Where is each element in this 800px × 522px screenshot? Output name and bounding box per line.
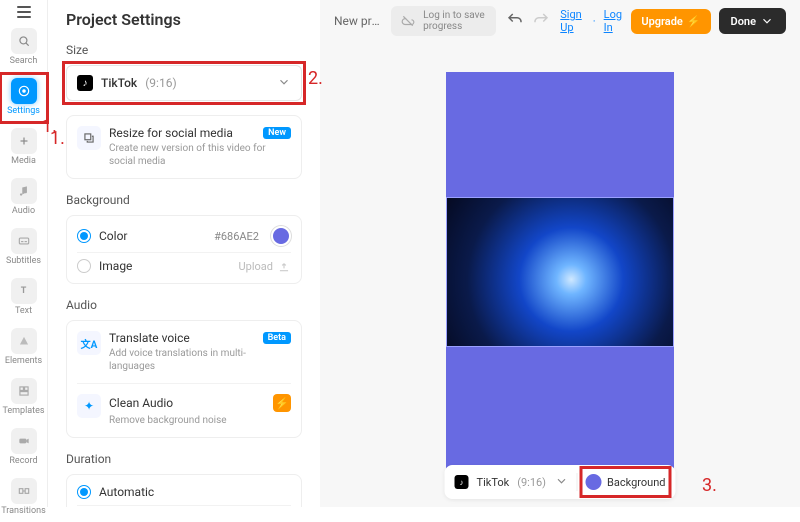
clean-title: Clean Audio — [109, 396, 173, 410]
color-swatch[interactable] — [271, 226, 291, 246]
bottom-platform: TikTok — [477, 476, 510, 489]
text-icon: T — [11, 278, 37, 304]
plus-icon — [11, 128, 37, 154]
video-stage[interactable] — [446, 72, 674, 477]
tiktok-icon: ♪ — [77, 75, 93, 91]
upload-button[interactable]: Upload — [239, 259, 291, 273]
project-name[interactable]: New proj… — [334, 14, 381, 28]
audio-section-label: Audio — [66, 298, 302, 312]
signup-link[interactable]: Sign Up — [560, 8, 585, 34]
camera-icon — [11, 428, 37, 454]
cloud-off-icon — [401, 13, 415, 29]
duration-auto-label: Automatic — [99, 485, 154, 499]
bg-image-label: Image — [99, 259, 132, 273]
sidebar-item-label: Search — [10, 56, 38, 66]
clean-audio-option[interactable]: ✦ Clean Audio ⚡ Remove background noise — [77, 383, 291, 427]
size-dropdown[interactable]: ♪ TikTok (9:16) — [66, 65, 302, 101]
audio-card: 文A Translate voice Beta Add voice transl… — [66, 320, 302, 438]
bg-button-label: Background — [607, 476, 665, 489]
search-icon — [11, 28, 37, 54]
sidebar-item-label: Record — [9, 456, 37, 466]
sparkle-icon: ✦ — [77, 394, 101, 418]
radio-checked-icon — [77, 485, 91, 499]
tiktok-icon: ♪ — [455, 475, 469, 489]
login-msg: Log in to save progress — [423, 10, 486, 32]
resize-title: Resize for social media — [109, 126, 233, 140]
sidebar-item-label: Audio — [12, 206, 35, 216]
sidebar-item-label: Subtitles — [6, 256, 41, 266]
grid-icon — [11, 378, 37, 404]
top-bar: New proj… Log in to save progress Sign U… — [320, 0, 800, 42]
sidebar-item-media[interactable]: Media — [1, 124, 47, 172]
bg-color-value: #686AE2 — [214, 230, 259, 243]
sidebar-item-label: Templates — [2, 406, 44, 416]
bolt-icon: ⚡ — [273, 394, 291, 412]
login-link[interactable]: Log In — [604, 8, 624, 34]
radio-checked-icon — [77, 229, 91, 243]
translate-desc: Add voice translations in multi-language… — [109, 347, 291, 373]
translate-voice-option[interactable]: 文A Translate voice Beta Add voice transl… — [77, 331, 291, 373]
music-note-icon — [11, 178, 37, 204]
sidebar-item-search[interactable]: Search — [1, 24, 47, 72]
sidebar-item-label: Text — [15, 306, 32, 316]
bg-swatch-icon — [585, 474, 601, 490]
sidebar-item-audio[interactable]: Audio — [1, 174, 47, 222]
done-button[interactable]: Done — [719, 8, 786, 34]
translate-title: Translate voice — [109, 331, 190, 345]
sidebar-item-label: Media — [11, 156, 36, 166]
panel-title: Project Settings — [66, 10, 302, 29]
chevron-down-icon — [277, 75, 291, 92]
bolt-icon: ⚡ — [687, 15, 701, 28]
subtitles-icon — [11, 228, 37, 254]
resize-desc: Create new version of this video for soc… — [109, 142, 291, 168]
background-section-label: Background — [66, 193, 302, 207]
radio-unchecked-icon — [77, 259, 91, 273]
annotation-number-3: 3. — [702, 475, 717, 496]
resize-card[interactable]: Resize for social media New Create new v… — [66, 115, 302, 179]
duration-card: Automatic Fixed 00:05.2 — [66, 474, 302, 507]
background-card: Color #686AE2 Image Upload — [66, 215, 302, 284]
sidebar-item-elements[interactable]: Elements — [1, 324, 47, 372]
annotation-number-1: 1. — [50, 128, 65, 149]
project-settings-panel: Project Settings Size ♪ TikTok (9:16) Re… — [48, 0, 320, 507]
clean-desc: Remove background noise — [109, 414, 291, 427]
undo-redo — [506, 11, 550, 32]
bottom-toolbar: ♪ TikTok (9:16) Background — [445, 465, 676, 499]
resize-icon — [77, 126, 101, 150]
bg-color-label: Color — [99, 229, 127, 243]
hamburger-menu-icon[interactable] — [12, 6, 36, 18]
translate-icon: 文A — [77, 331, 101, 355]
bg-color-option[interactable]: Color #686AE2 — [77, 220, 291, 252]
duration-auto-option[interactable]: Automatic — [77, 479, 291, 505]
canvas-area: New proj… Log in to save progress Sign U… — [320, 0, 800, 507]
sidebar-item-transitions[interactable]: Transitions — [1, 474, 47, 522]
sidebar-item-record[interactable]: Record — [1, 424, 47, 472]
sidebar: Search Settings Media Audio Subtitles T … — [0, 0, 48, 507]
annotation-number-2: 2. — [308, 68, 323, 89]
chevron-down-icon[interactable] — [554, 474, 568, 491]
badge-beta: Beta — [263, 332, 291, 344]
video-clip[interactable] — [446, 197, 674, 347]
sidebar-item-text[interactable]: T Text — [1, 274, 47, 322]
size-platform: TikTok — [101, 76, 137, 90]
sidebar-item-templates[interactable]: Templates — [1, 374, 47, 422]
sidebar-item-label: Elements — [5, 356, 42, 366]
shapes-icon — [11, 328, 37, 354]
bg-image-option[interactable]: Image Upload — [77, 252, 291, 279]
badge-new: New — [263, 127, 291, 139]
login-prompt[interactable]: Log in to save progress — [391, 6, 496, 36]
sidebar-item-label: Transitions — [1, 506, 46, 516]
background-button[interactable]: Background — [585, 474, 665, 490]
bottom-ratio: (9:16) — [517, 476, 546, 489]
duration-section-label: Duration — [66, 452, 302, 466]
size-ratio: (9:16) — [145, 76, 176, 90]
redo-button[interactable] — [532, 11, 550, 32]
size-section-label: Size — [66, 43, 302, 57]
transition-icon — [11, 478, 37, 504]
sidebar-item-subtitles[interactable]: Subtitles — [1, 224, 47, 272]
undo-button[interactable] — [506, 11, 524, 32]
upgrade-button[interactable]: Upgrade ⚡ — [631, 9, 710, 34]
